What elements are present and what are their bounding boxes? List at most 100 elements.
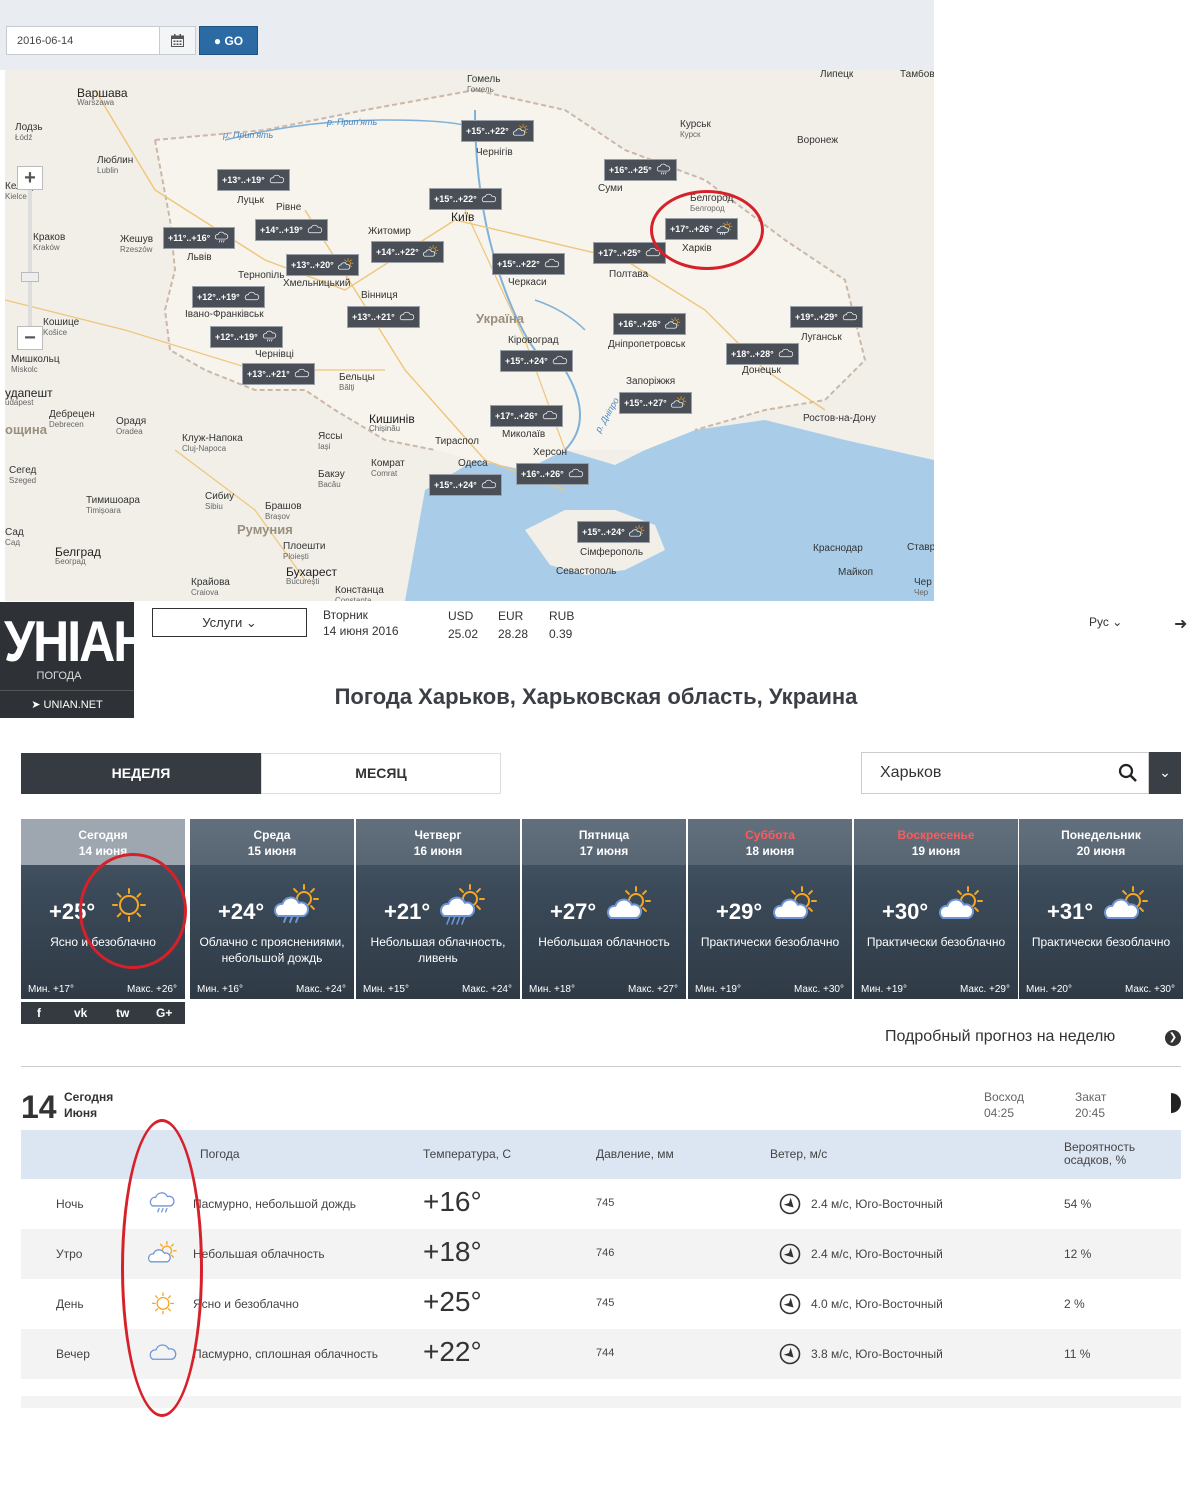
map-city-label: Хмельницький — [283, 279, 350, 289]
arrow-right-icon[interactable]: ❯ — [1165, 1030, 1181, 1046]
map-forecast-label[interactable]: +14°..+19° — [255, 219, 328, 241]
map-forecast-label[interactable]: +13°..+20° — [286, 254, 359, 276]
city-name: Україна — [476, 311, 525, 326]
temperature-value: +18° — [423, 1236, 482, 1267]
wind-direction-icon — [779, 1293, 801, 1315]
map-forecast-label[interactable]: +13°..+21° — [347, 306, 420, 328]
precipitation-value: 2 % — [1064, 1297, 1085, 1311]
day-min-temp: Мин. +15° — [363, 984, 409, 995]
city-subname: Szeged — [9, 476, 37, 485]
city-name: Плоешти — [283, 541, 326, 552]
city-subname: Košice — [43, 328, 68, 337]
map-forecast-label[interactable]: +12°..+19° — [192, 286, 265, 308]
sunset-time: 20:45 — [1075, 1106, 1106, 1120]
day-part: Ночь — [56, 1197, 84, 1211]
login-icon[interactable]: ➜ — [1174, 614, 1187, 634]
city-search-input[interactable]: Харьков — [861, 752, 1149, 794]
map-forecast-label[interactable]: +15°..+22° — [461, 120, 534, 142]
map-city-label: Гомель Гомель — [467, 75, 500, 95]
day-card-header: Пятница 17 июня — [522, 819, 686, 865]
day-forecast-card[interactable]: Четверг 16 июня +21° Небольшая облачност… — [356, 819, 520, 999]
pressure-value: 746 — [596, 1247, 615, 1259]
search-icon[interactable] — [1118, 763, 1138, 783]
day-card-header: Воскресенье 19 июня — [854, 819, 1018, 865]
zoom-slider[interactable] — [28, 190, 32, 326]
day-temperature: +27° — [550, 899, 597, 924]
zoom-slider-handle[interactable] — [21, 272, 39, 282]
map-city-label: Севастополь — [556, 567, 616, 577]
cloud-sun-icon — [606, 883, 654, 929]
cloud-icon — [480, 477, 498, 493]
language-selector[interactable]: Рус ⌄ — [1089, 615, 1122, 629]
map-city-label: Сімферополь — [580, 548, 643, 558]
calendar-button[interactable] — [159, 26, 196, 55]
map-city-label: Ставро — [907, 543, 934, 553]
logo-text: УНІАН — [4, 609, 149, 674]
services-label: Услуги — [202, 615, 243, 630]
currency-eur: EUR 28.28 — [498, 607, 528, 643]
city-dropdown-button[interactable]: ⌄ — [1149, 752, 1181, 794]
map-forecast-label[interactable]: +11°..+16° — [163, 227, 236, 249]
date-input[interactable]: 2016-06-14 — [6, 26, 160, 55]
map-city-label: Клуж-Напока Cluj-Napoca — [182, 434, 243, 454]
cloud-icon — [268, 172, 286, 188]
zoom-in-button[interactable]: + — [17, 166, 43, 190]
map-forecast-label[interactable]: +13°..+21° — [242, 363, 315, 385]
map-forecast-label[interactable]: +13°..+19° — [217, 169, 290, 191]
facebook-share-button[interactable]: f — [37, 1006, 41, 1020]
map-city-label: Бельцы Bălți — [339, 373, 375, 393]
city-subname: Чер — [914, 588, 929, 597]
map-forecast-label[interactable]: +14°..+22° — [371, 241, 444, 263]
today-month: Июня — [64, 1106, 98, 1120]
divider — [21, 1066, 1181, 1067]
city-name: Тернопіль — [238, 270, 285, 281]
language-label: Рус — [1089, 615, 1109, 629]
map-forecast-label[interactable]: +16°..+26° — [516, 463, 589, 485]
weekly-forecast-link[interactable]: Подробный прогноз на неделю — [885, 1028, 1115, 1046]
header-precip-line2: осадков, % — [1064, 1153, 1127, 1167]
google-share-button[interactable]: G+ — [156, 1006, 172, 1020]
forecast-range: +15°..+24° — [582, 527, 625, 537]
tab-month[interactable]: МЕСЯЦ — [261, 753, 501, 794]
services-dropdown[interactable]: Услуги ⌄ — [152, 608, 307, 637]
day-description: Небольшая облачность, ливень — [370, 935, 506, 965]
twitter-share-button[interactable]: tw — [116, 1006, 129, 1020]
weather-map[interactable]: ВаршаваWarszawaЛодзьŁódźЛюблинLublinКель… — [5, 70, 934, 601]
chevron-down-icon: ⌄ — [1159, 764, 1171, 780]
map-forecast-label[interactable]: +12°..+19° — [210, 326, 283, 348]
map-city-label: Тамбов — [900, 70, 934, 80]
map-city-label: Воронеж — [797, 136, 838, 146]
map-forecast-label[interactable]: +16°..+26° — [613, 313, 686, 335]
map-forecast-label[interactable]: +15°..+24° — [429, 474, 502, 496]
map-forecast-label[interactable]: +15°..+24° — [500, 350, 573, 372]
day-max-temp: Макс. +30° — [793, 984, 844, 995]
currency-value: 28.28 — [498, 627, 529, 641]
map-forecast-label[interactable]: +16°..+25° — [604, 159, 677, 181]
city-name: Краснодар — [813, 543, 863, 554]
vk-share-button[interactable]: vk — [74, 1006, 87, 1020]
day-max-temp: Макс. +24° — [295, 984, 346, 995]
day-forecast-card[interactable]: Пятница 17 июня +27° Небольшая облачност… — [522, 819, 686, 999]
go-button[interactable]: ● GO — [199, 26, 258, 55]
currency-value: 0.39 — [549, 627, 573, 641]
map-forecast-label[interactable]: +15°..+27° — [619, 392, 692, 414]
map-city-label: Тимишоара Timișoara — [86, 496, 140, 516]
map-forecast-label[interactable]: +15°..+24° — [577, 521, 650, 543]
city-name: Херсон — [533, 447, 567, 458]
zoom-out-button[interactable]: − — [17, 326, 43, 350]
day-forecast-card[interactable]: Понедельник 20 июня +31° Практически без… — [1019, 819, 1183, 999]
map-city-label: Яссы Iași — [318, 432, 342, 452]
map-forecast-label[interactable]: +17°..+26° — [490, 405, 563, 427]
map-forecast-label[interactable]: +19°..+29° — [790, 306, 863, 328]
tab-week[interactable]: НЕДЕЛЯ — [21, 753, 261, 794]
day-forecast-card[interactable]: Суббота 18 июня +29° Практически безобла… — [688, 819, 852, 999]
wind-value: 2.4 м/с, Юго-Восточный — [811, 1247, 943, 1261]
city-name: Сибиу — [205, 491, 235, 502]
map-forecast-label[interactable]: +15°..+22° — [429, 188, 502, 210]
map-city-label: Одеса — [458, 459, 488, 469]
forecast-range: +17°..+25° — [598, 248, 641, 258]
day-forecast-card[interactable]: Среда 15 июня +24° Облачно с прояснениям… — [190, 819, 354, 999]
map-forecast-label[interactable]: +18°..+28° — [726, 343, 799, 365]
day-forecast-card[interactable]: Воскресенье 19 июня +30° Практически без… — [854, 819, 1018, 999]
map-forecast-label[interactable]: +15°..+22° — [492, 253, 565, 275]
